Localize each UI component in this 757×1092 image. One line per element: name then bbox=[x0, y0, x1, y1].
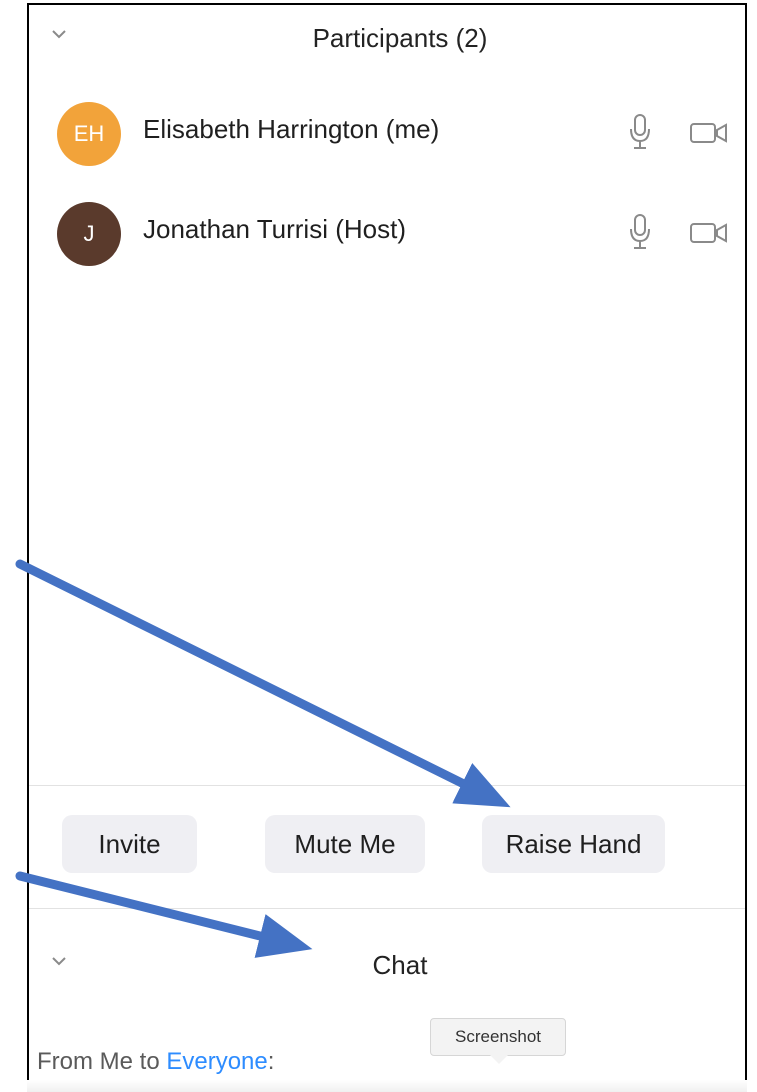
mute-me-button[interactable]: Mute Me bbox=[265, 815, 425, 873]
divider bbox=[29, 908, 745, 909]
microphone-icon[interactable] bbox=[629, 214, 651, 250]
chat-recipient-link[interactable]: Everyone bbox=[166, 1048, 267, 1075]
raise-hand-button[interactable]: Raise Hand bbox=[482, 815, 665, 873]
divider bbox=[29, 785, 745, 786]
tooltip-tail bbox=[490, 1055, 508, 1064]
screenshot-tooltip: Screenshot bbox=[430, 1018, 566, 1056]
chat-from-suffix: : bbox=[267, 1048, 275, 1075]
participant-name: Jonathan Turrisi (Host) bbox=[143, 214, 406, 244]
invite-button[interactable]: Invite bbox=[62, 815, 197, 873]
avatar: J bbox=[57, 202, 121, 266]
video-camera-icon[interactable] bbox=[689, 220, 729, 246]
zoom-side-panel: Participants (2) EH Elisabeth Harrington… bbox=[27, 3, 747, 1092]
avatar: EH bbox=[57, 102, 121, 166]
participants-title: Participants (2) bbox=[312, 23, 488, 53]
video-camera-icon[interactable] bbox=[689, 120, 729, 146]
microphone-icon[interactable] bbox=[629, 114, 651, 150]
participant-row[interactable]: J Jonathan Turrisi (Host) bbox=[57, 202, 737, 266]
chat-from-line: From Me to Everyone: bbox=[37, 1048, 274, 1076]
chat-title: Chat bbox=[372, 950, 428, 980]
chat-message-area bbox=[27, 1080, 747, 1092]
participant-row[interactable]: EH Elisabeth Harrington (me) bbox=[57, 102, 737, 166]
avatar-initials: EH bbox=[73, 121, 105, 146]
avatar-initials: J bbox=[83, 221, 95, 246]
chat-from-prefix: From Me to bbox=[37, 1048, 167, 1075]
screenshot-page: Participants (2) EH Elisabeth Harrington… bbox=[0, 0, 757, 1092]
participant-name: Elisabeth Harrington (me) bbox=[143, 114, 440, 144]
